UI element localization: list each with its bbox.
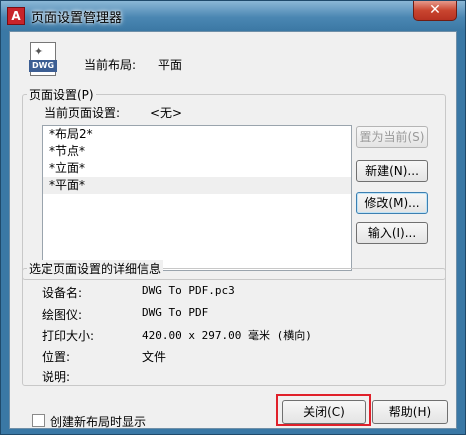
modify-button[interactable]: 修改(M)... — [356, 192, 428, 214]
plot-size-label: 打印大小: — [42, 329, 95, 343]
device-name-label: 设备名: — [42, 286, 83, 300]
page-setup-list[interactable]: *布局2* *节点* *立面* *平面* — [42, 125, 352, 271]
page-setup-group-title: 页面设置(P) — [27, 86, 96, 103]
plot-size-value: 420.00 x 297.00 毫米 (横向) — [142, 329, 312, 342]
window-title: 页面设置管理器 — [31, 11, 123, 26]
details-group-title: 选定页面设置的详细信息 — [27, 260, 164, 277]
close-button-highlight — [276, 394, 371, 426]
set-current-button[interactable]: 置为当前(S) — [356, 126, 428, 148]
dialog-client-area: ✦ DWG 当前布局: 平面 页面设置(P) 当前页面设置: <无> *布局2*… — [9, 31, 457, 429]
import-button[interactable]: 输入(I)... — [356, 222, 428, 244]
location-label: 位置: — [42, 350, 71, 364]
new-button[interactable]: 新建(N)... — [356, 160, 428, 182]
autocad-app-icon[interactable]: A — [7, 7, 25, 25]
plotter-label: 绘图仪: — [42, 308, 83, 322]
plotter-value: DWG To PDF — [142, 306, 209, 319]
dwg-icon-label: DWG — [29, 60, 57, 72]
list-item[interactable]: *立面* — [43, 160, 351, 177]
dwg-file-icon: ✦ DWG — [29, 42, 57, 76]
description-label: 说明: — [42, 370, 71, 384]
title-bar[interactable]: A 页面设置管理器 ✕ — [1, 1, 465, 31]
location-value: 文件 — [142, 350, 167, 364]
list-item[interactable]: *节点* — [43, 143, 351, 160]
list-item[interactable]: *平面* — [43, 177, 351, 194]
device-name-value: DWG To PDF.pc3 — [142, 284, 235, 297]
current-page-setup-value: <无> — [150, 106, 183, 120]
help-button[interactable]: 帮助(H) — [372, 400, 448, 424]
show-on-new-layout-label[interactable]: 创建新布局时显示 — [50, 413, 146, 430]
show-on-new-layout-checkbox[interactable] — [32, 414, 45, 427]
close-window-button[interactable]: ✕ — [413, 1, 457, 21]
current-page-setup-label: 当前页面设置: — [44, 106, 121, 120]
current-layout-label: 当前布局: — [84, 58, 137, 72]
sparkle-icon: ✦ — [34, 45, 44, 58]
page-setup-manager-window: A 页面设置管理器 ✕ ✦ DWG 当前布局: 平面 页面设置(P) 当前页面设… — [0, 0, 466, 435]
current-layout-value: 平面 — [158, 58, 183, 72]
list-item[interactable]: *布局2* — [43, 126, 351, 143]
